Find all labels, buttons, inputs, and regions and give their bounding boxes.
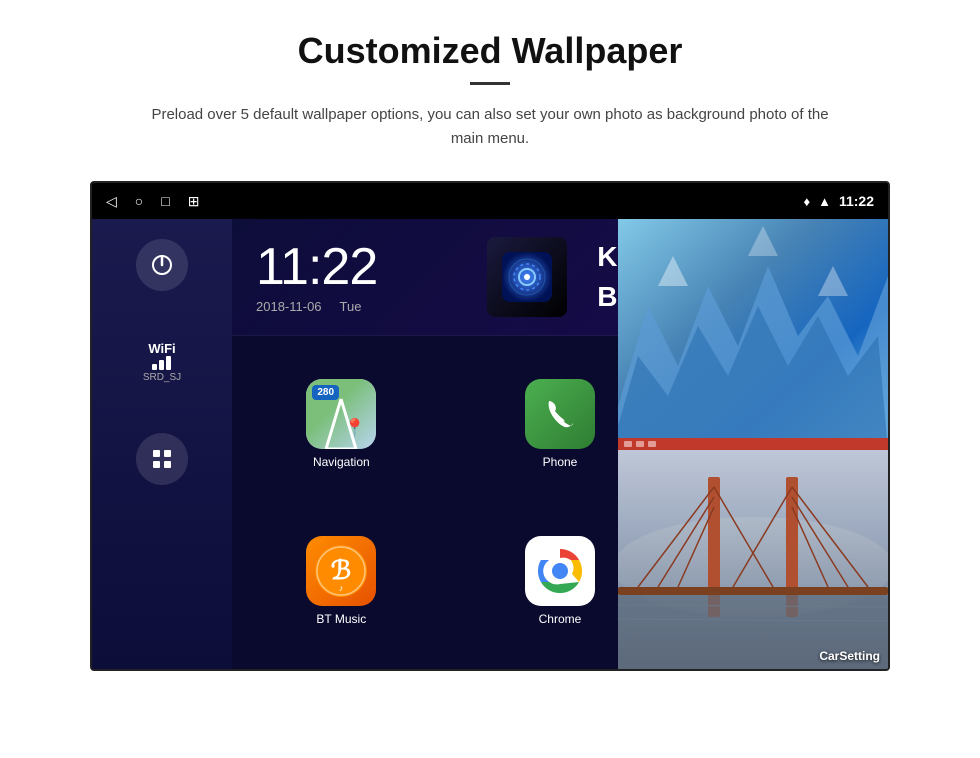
status-time: 11:22 — [839, 193, 874, 209]
wifi-ssid: SRD_SJ — [143, 372, 181, 383]
app-bt-music[interactable]: ℬ ♪ BT Music — [232, 503, 451, 660]
wallpaper-thumb-ice[interactable] — [618, 219, 888, 438]
screen-container: ◁ ○ □ ⊞ ♦ ▲ 11:22 — [90, 181, 890, 671]
svg-text:ℬ: ℬ — [331, 555, 351, 585]
wifi-bar-3 — [166, 356, 171, 370]
phone-app-icon — [525, 379, 595, 449]
thumb-separator-bar — [618, 438, 888, 450]
btmusic-label: BT Music — [316, 612, 366, 626]
apps-button[interactable] — [136, 433, 188, 485]
status-bar-right: ♦ ▲ 11:22 — [803, 193, 874, 209]
main-display: WiFi SRD_SJ — [92, 219, 888, 669]
power-button[interactable] — [136, 239, 188, 291]
thumb-bar-dot-1 — [624, 441, 632, 447]
home-nav-icon[interactable]: ○ — [135, 193, 143, 209]
media-widget — [487, 237, 567, 317]
status-bar: ◁ ○ □ ⊞ ♦ ▲ 11:22 — [92, 183, 888, 219]
clock-date: 2018-11-06 Tue — [256, 299, 377, 314]
carsetting-label: CarSetting — [819, 649, 880, 663]
wifi-bar-2 — [159, 360, 164, 370]
clock-block: 11:22 2018-11-06 Tue — [256, 241, 377, 314]
title-divider — [470, 82, 510, 85]
status-bar-left: ◁ ○ □ ⊞ — [106, 193, 199, 210]
wifi-bars — [152, 356, 171, 370]
chrome-label: Chrome — [539, 612, 582, 626]
right-thumbnails: CarSetting — [618, 219, 888, 669]
back-nav-icon[interactable]: ◁ — [106, 193, 117, 210]
left-sidebar: WiFi SRD_SJ — [92, 219, 232, 669]
location-icon: ♦ — [803, 194, 810, 209]
media-label-k: K — [597, 241, 617, 273]
media-labels: K B — [597, 241, 617, 313]
recents-nav-icon[interactable]: □ — [161, 193, 169, 209]
page-wrapper: Customized Wallpaper Preload over 5 defa… — [0, 0, 980, 691]
photo-nav-icon[interactable]: ⊞ — [188, 193, 200, 210]
signal-icon: ▲ — [818, 194, 831, 209]
chrome-app-icon — [525, 536, 595, 606]
thumb-bar-dot-3 — [648, 441, 656, 447]
navigation-label: Navigation — [313, 455, 370, 469]
btmusic-app-icon: ℬ ♪ — [306, 536, 376, 606]
app-navigation[interactable]: 280 📍 Navigatio — [232, 346, 451, 503]
wifi-widget[interactable]: WiFi SRD_SJ — [143, 341, 181, 383]
thumb-bar-dot-2 — [636, 441, 644, 447]
clock-date-value: 2018-11-06 — [256, 299, 322, 314]
clock-day-value: Tue — [340, 299, 362, 314]
wifi-bar-1 — [152, 364, 157, 370]
clock-time: 11:22 — [256, 241, 377, 293]
android-screen: ◁ ○ □ ⊞ ♦ ▲ 11:22 — [90, 181, 890, 671]
page-title: Customized Wallpaper — [298, 30, 683, 72]
wifi-label: WiFi — [148, 341, 175, 356]
wallpaper-thumb-bridge[interactable]: CarSetting — [618, 450, 888, 669]
media-label-b: B — [597, 281, 617, 313]
page-subtitle: Preload over 5 default wallpaper options… — [140, 103, 840, 151]
nav-pin-icon: 📍 — [344, 418, 366, 439]
phone-label: Phone — [543, 455, 578, 469]
svg-text:♪: ♪ — [339, 583, 344, 593]
nav-map-bg: 280 📍 — [306, 379, 376, 449]
navigation-app-icon: 280 📍 — [306, 379, 376, 449]
